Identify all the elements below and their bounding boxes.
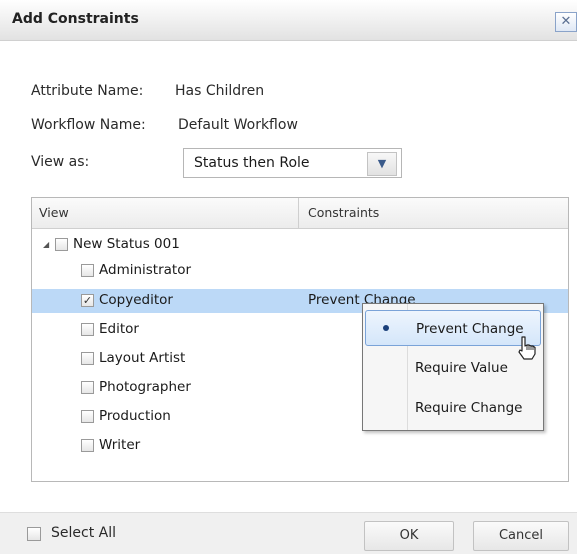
- close-icon[interactable]: ✕: [555, 12, 577, 32]
- menu-item-prevent-change[interactable]: Prevent Change: [365, 310, 541, 346]
- row-label: Editor: [99, 321, 139, 337]
- constraint-dropdown-menu: Prevent Change Require Value Require Cha…: [362, 303, 544, 431]
- cancel-button[interactable]: Cancel: [473, 521, 569, 551]
- row-checkbox[interactable]: [81, 264, 94, 277]
- select-all-checkbox[interactable]: [27, 527, 41, 541]
- attribute-name-value: Has Children: [175, 83, 265, 99]
- row-label: Writer: [99, 437, 141, 453]
- menu-item-require-value[interactable]: Require Value: [365, 350, 541, 386]
- row-checkbox[interactable]: [81, 352, 94, 365]
- dialog-titlebar: Add Constraints ✕: [0, 0, 577, 41]
- chevron-down-icon[interactable]: ▼: [367, 152, 397, 176]
- add-constraints-dialog: Add Constraints ✕ Attribute Name: Has Ch…: [0, 0, 577, 554]
- view-as-label: View as:: [31, 154, 90, 170]
- row-label: Production: [99, 408, 171, 424]
- row-checkbox[interactable]: [81, 439, 94, 452]
- dialog-title: Add Constraints: [12, 11, 139, 27]
- radio-dot-icon: [383, 325, 389, 331]
- group-checkbox[interactable]: [55, 238, 68, 251]
- group-label: New Status 001: [73, 236, 180, 252]
- menu-item-label: Prevent Change: [416, 321, 524, 337]
- column-divider: [298, 198, 299, 228]
- row-checkbox[interactable]: [81, 323, 94, 336]
- table-group-row[interactable]: ◢ New Status 001: [32, 233, 568, 257]
- menu-item-label: Require Value: [415, 360, 508, 376]
- dialog-footer: Select All OK Cancel: [0, 512, 577, 554]
- hand-pointer-icon: [518, 336, 536, 360]
- view-as-value: Status then Role: [194, 155, 310, 171]
- row-label: Photographer: [99, 379, 191, 395]
- ok-button[interactable]: OK: [364, 521, 454, 551]
- table-row[interactable]: Administrator: [32, 259, 568, 283]
- menu-item-label: Require Change: [415, 400, 523, 416]
- triangle-down-icon[interactable]: ◢: [43, 240, 49, 249]
- workflow-name-value: Default Workflow: [178, 117, 298, 133]
- column-header-constraints[interactable]: Constraints: [308, 205, 379, 220]
- table-row[interactable]: Writer: [32, 434, 568, 458]
- row-checkbox-checked[interactable]: ✓: [81, 294, 94, 307]
- workflow-name-label: Workflow Name:: [31, 117, 146, 133]
- column-header-view[interactable]: View: [39, 205, 69, 220]
- row-checkbox[interactable]: [81, 410, 94, 423]
- attribute-name-label: Attribute Name:: [31, 83, 144, 99]
- row-label: Copyeditor: [99, 292, 173, 308]
- table-header: View Constraints: [32, 198, 568, 229]
- row-label: Administrator: [99, 262, 192, 278]
- row-label: Layout Artist: [99, 350, 186, 366]
- view-as-select[interactable]: Status then Role ▼: [183, 148, 402, 178]
- menu-item-require-change[interactable]: Require Change: [365, 390, 541, 426]
- select-all-label[interactable]: Select All: [51, 525, 116, 541]
- row-checkbox[interactable]: [81, 381, 94, 394]
